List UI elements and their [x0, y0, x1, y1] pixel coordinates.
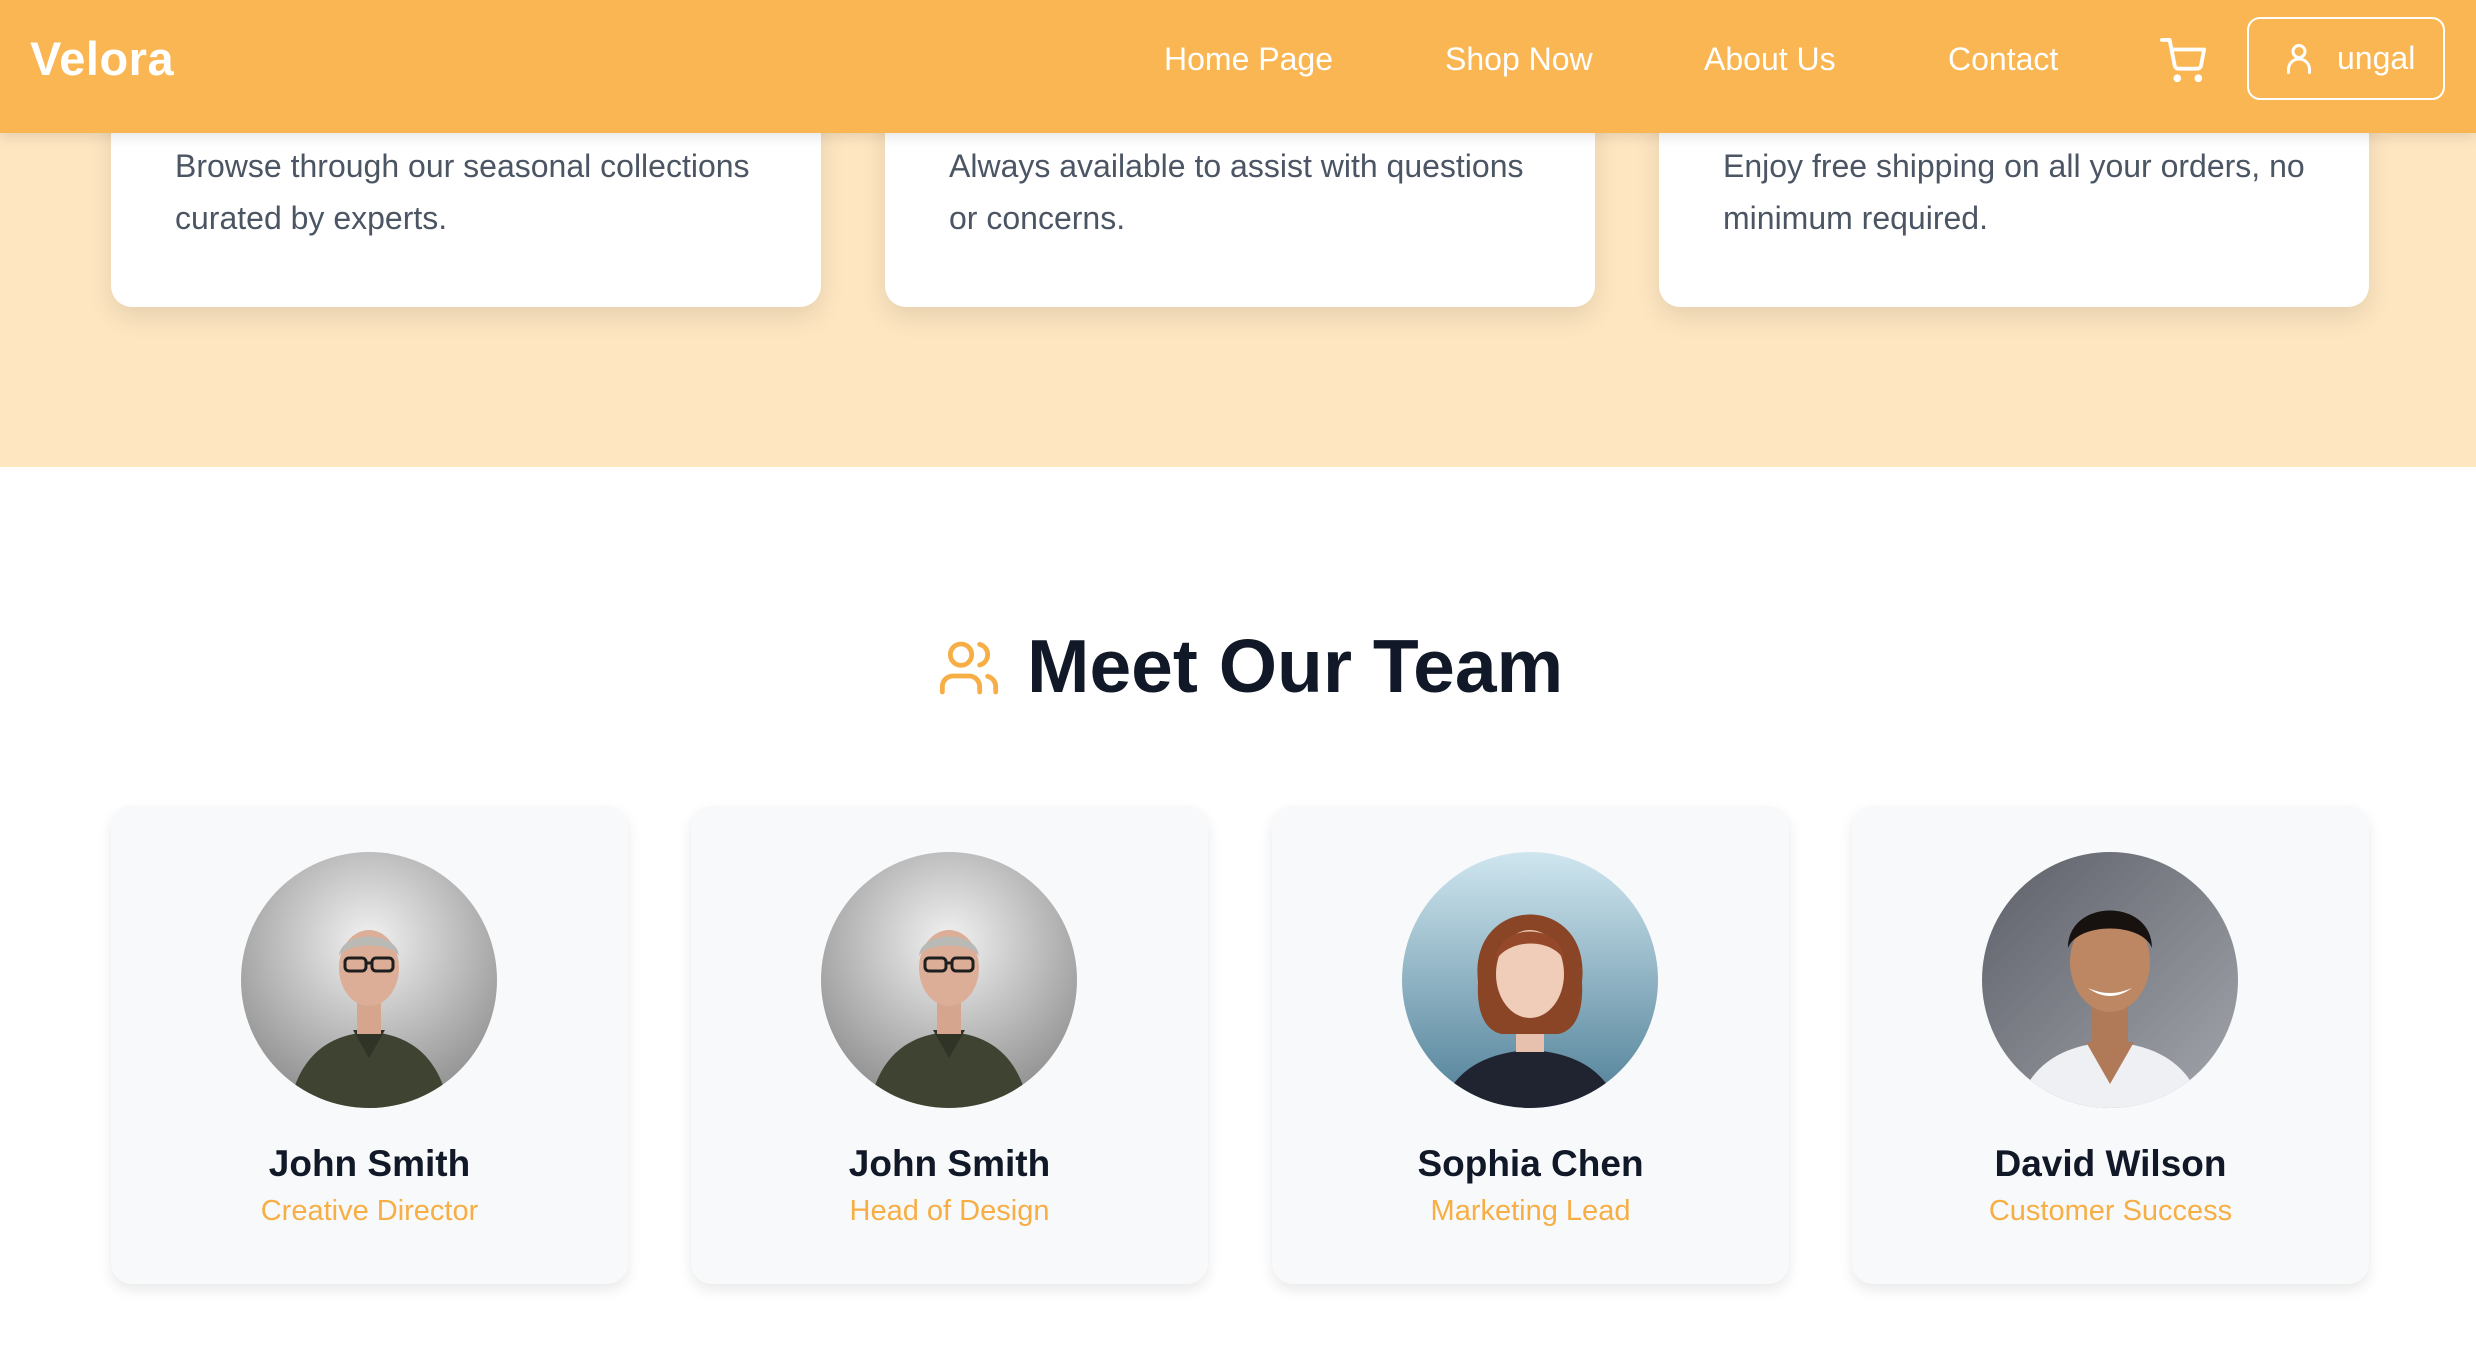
team-member-card: John Smith Head of Design	[691, 806, 1208, 1284]
member-photo	[241, 852, 497, 1108]
site-header: Velora Home Page Shop Now About Us Conta…	[0, 0, 2476, 133]
feature-text: Enjoy free shipping on all your orders, …	[1723, 148, 2305, 236]
member-photo	[1402, 852, 1658, 1108]
team-member-card: John Smith Creative Director	[111, 806, 628, 1284]
member-role: Marketing Lead	[1430, 1195, 1631, 1227]
user-account-button[interactable]: ungal	[2247, 17, 2445, 100]
team-heading: Meet Our Team	[1027, 624, 1564, 708]
team-member-card: David Wilson Customer Success	[1852, 806, 2369, 1284]
member-role: Creative Director	[260, 1195, 479, 1227]
users-icon	[937, 636, 1001, 705]
member-photo	[1982, 852, 2238, 1108]
nav-home-link[interactable]: Home Page	[1164, 0, 1333, 118]
site-logo[interactable]: Velora	[30, 0, 174, 118]
nav-shop-link[interactable]: Shop Now	[1445, 0, 1593, 118]
team-section-title: Meet Our Team	[0, 616, 2476, 716]
user-icon	[2287, 44, 2311, 74]
team-member-card: Sophia Chen Marketing Lead	[1272, 806, 1789, 1284]
member-role: Head of Design	[849, 1195, 1050, 1227]
feature-text: Always available to assist with question…	[949, 148, 1524, 236]
nav-about-link[interactable]: About Us	[1704, 0, 1836, 118]
feature-text: Browse through our seasonal collections …	[175, 148, 750, 236]
member-name: John Smith	[848, 1143, 1051, 1184]
member-photo	[821, 852, 1077, 1108]
user-name: ungal	[2337, 40, 2416, 76]
nav-contact-link[interactable]: Contact	[1948, 0, 2058, 118]
member-name: David Wilson	[1994, 1143, 2227, 1184]
member-name: John Smith	[268, 1143, 471, 1184]
member-name: Sophia Chen	[1417, 1143, 1644, 1184]
shopping-cart-icon[interactable]	[2160, 38, 2206, 84]
member-role: Customer Success	[1988, 1195, 2233, 1227]
